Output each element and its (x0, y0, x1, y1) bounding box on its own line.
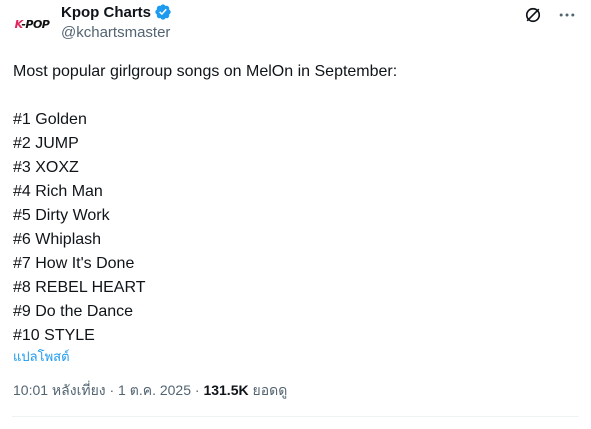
top-actions (521, 3, 579, 27)
tweet-text: Most popular girlgroup songs on MelOn in… (13, 60, 573, 348)
verified-badge-icon (155, 4, 171, 20)
kpop-logo: K-POP (15, 18, 50, 31)
tweet-intro: Most popular girlgroup songs on MelOn in… (13, 63, 398, 80)
tweet-meta: 10:01 หลังเที่ยง · 1 ต.ค. 2025 · 131.5K … (13, 380, 287, 402)
author-names: Kpop Charts @kchartsmaster (61, 2, 172, 41)
display-name[interactable]: Kpop Charts (61, 4, 151, 21)
avatar[interactable]: K-POP (12, 4, 52, 44)
grok-button[interactable] (521, 3, 545, 27)
grok-icon (525, 7, 541, 23)
timestamp-link[interactable]: 10:01 หลังเที่ยง · 1 ต.ค. 2025 · (13, 382, 203, 398)
tweet-header: K-POP Kpop Charts @kchartsmaster (12, 2, 172, 46)
list-item: #8 REBEL HEART (13, 279, 146, 296)
views-label: ยอดดู (248, 382, 288, 398)
list-item: #5 Dirty Work (13, 207, 110, 224)
list-item: #10 STYLE (13, 327, 95, 344)
list-item: #2 JUMP (13, 135, 79, 152)
author-handle[interactable]: @kchartsmaster (61, 24, 172, 41)
more-dots-icon (559, 13, 575, 17)
translate-post-link[interactable]: แปลโพสต์ (13, 346, 70, 367)
list-item: #9 Do the Dance (13, 303, 134, 320)
divider (12, 416, 579, 417)
more-button[interactable] (555, 3, 579, 27)
list-item: #4 Rich Man (13, 183, 103, 200)
list-item: #6 Whiplash (13, 231, 102, 248)
list-item: #7 How It's Done (13, 255, 135, 272)
name-row: Kpop Charts (61, 2, 172, 22)
list-item: #3 XOXZ (13, 159, 79, 176)
tweet: K-POP Kpop Charts @kchartsmaster Most po… (0, 0, 591, 429)
views-count: 131.5K (203, 382, 249, 398)
list-item: #1 Golden (13, 111, 87, 128)
logo-text-pop: -POP (21, 17, 50, 31)
